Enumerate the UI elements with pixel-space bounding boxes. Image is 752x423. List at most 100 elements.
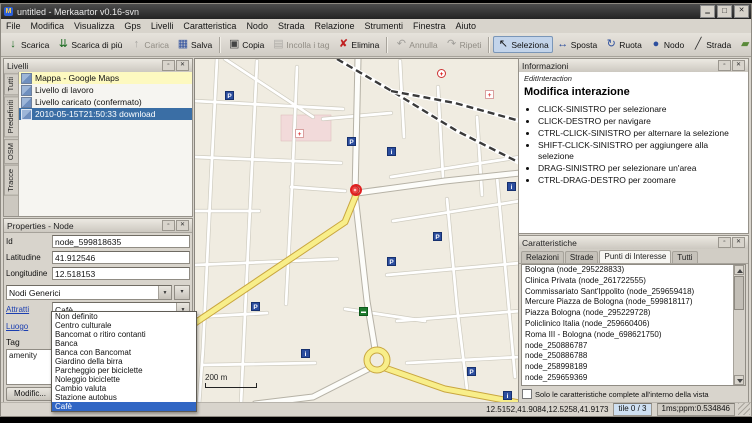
features-tab[interactable]: Relazioni [521,251,564,263]
property-row: Latitudine [6,251,190,264]
float-icon[interactable] [162,60,175,71]
menu-item[interactable]: Livelli [146,19,179,33]
close-icon[interactable] [732,237,745,248]
toolbar-button[interactable]: ↖Seleziona [493,36,552,53]
close-icon[interactable] [176,60,189,71]
latitude-field[interactable] [52,251,190,264]
feature-list-item[interactable]: Piazza Bologna (node_295229728) [522,308,745,319]
menu-item[interactable]: Strumenti [360,19,409,33]
toolbar-button[interactable]: ↔Sposta [553,36,601,53]
close-icon[interactable] [176,220,189,231]
layer-item[interactable]: Livello di lavoro [19,84,192,96]
dropdown-option[interactable]: Giardino della birra [52,357,196,366]
id-field[interactable] [52,235,190,248]
properties-dock-header: Properties - Node [4,219,192,233]
layers-tab[interactable]: Tracce [4,165,18,196]
menu-item[interactable]: Finestra [408,19,451,33]
menu-item[interactable]: Nodo [241,19,273,33]
toolbar-button[interactable]: ▦Salva [173,36,216,53]
maximize-button[interactable] [717,5,732,18]
map-canvas[interactable]: P+++PiiPP▬PiPi 200 m [194,58,519,403]
dropdown-option[interactable]: Cambio valuta [52,384,196,393]
layer-item[interactable]: Mappa - Google Maps [19,72,192,84]
feature-list-item[interactable]: Policlinico Italia (node_259660406) [522,319,745,330]
feature-list-item[interactable]: node_250886788 [522,351,745,362]
layer-item[interactable]: Livello caricato (confermato) [19,96,192,108]
close-button[interactable] [734,5,749,18]
dropdown-option[interactable]: Banca [52,339,196,348]
scroll-up-icon[interactable] [734,265,744,275]
dropdown-option[interactable]: Non definito [52,312,196,321]
rotate-icon: ↻ [605,39,617,50]
feature-list-item[interactable]: node_259659369 [522,373,745,384]
layer-icon [21,109,32,120]
feature-list-item[interactable]: node_258998189 [522,362,745,373]
dropdown-option[interactable]: Cafè [52,402,196,411]
place-label[interactable]: Luogo [6,322,50,331]
dropdown-option[interactable]: Parcheggio per biciclette [52,366,196,375]
toolbar-button[interactable]: ▣Copia [224,36,268,53]
complete-features-checkbox[interactable] [522,389,532,399]
layers-dock: Livelli TuttiPredefiniti OSMTracce Mappa … [3,58,193,217]
float-icon[interactable] [718,60,731,71]
features-tab[interactable]: Punti di Interesse [599,250,671,263]
property-label: Id [6,237,50,246]
toolbar-button[interactable]: ⇊Scarica di più [53,36,126,53]
features-tab[interactable]: Strade [565,251,599,263]
dropdown-option[interactable]: Noleggio biciclette [52,375,196,384]
amenity-label[interactable]: Attratti [6,305,50,314]
menu-item[interactable]: Relazione [309,19,359,33]
menu-item[interactable]: Strada [273,19,310,33]
dropdown-option[interactable]: Bancomat o ritiro contanti [52,330,196,339]
feature-list-item[interactable]: Clinica Privata (node_261722555) [522,276,745,287]
toolbar-group-tools: ↖Seleziona↔Sposta↻Ruota●Nodo╱Strada▰Area [493,36,752,53]
menu-item[interactable]: File [1,19,26,33]
toolbar-button[interactable]: ↷Ripeti [442,36,486,53]
feature-list-item[interactable]: node_250886787 [522,341,745,352]
scrollbar-thumb[interactable] [734,276,744,310]
layers-dock-header: Livelli [4,59,192,73]
tag-key-cell[interactable]: amenity [9,351,37,360]
features-dock-header: Caratteristiche [519,236,748,250]
toolbar-button[interactable]: ▰Area [735,36,752,53]
edit-tags-button[interactable]: Modific... [6,387,54,401]
layer-item[interactable]: 2010-05-15T21:50:33 download [19,108,192,120]
toolbar-button[interactable]: ╱Strada [688,36,735,53]
float-icon[interactable] [162,220,175,231]
layer-icon [21,73,32,84]
preset-menu-button[interactable] [174,285,190,300]
scroll-down-icon[interactable] [734,375,744,385]
float-icon[interactable] [718,237,731,248]
feature-list-item[interactable]: Roma III - Bologna (node_698621750) [522,330,745,341]
features-scrollbar[interactable] [733,265,745,385]
menu-item[interactable]: Gps [119,19,146,33]
features-tab[interactable]: Tutti [672,251,697,263]
feature-list-item[interactable]: Mercure Piazza de Bologna (node_59981811… [522,297,745,308]
menu-item[interactable]: Visualizza [69,19,119,33]
preset-combo[interactable]: Nodi Generici [6,285,172,300]
layers-tab[interactable]: Tutti [4,73,18,95]
dropdown-option[interactable]: Centro culturale [52,321,196,330]
layers-tab[interactable]: OSM [4,139,18,164]
feature-list-item[interactable]: Commissariato Sant'Ippolito (node_259659… [522,287,745,298]
toolbar-button[interactable]: ↓Scarica [3,36,53,53]
close-icon[interactable] [732,60,745,71]
toolbar-button[interactable]: ↶Annulla [391,36,441,53]
toolbar-button[interactable]: ↑Carica [126,36,173,53]
menu-item[interactable]: Caratteristica [178,19,241,33]
toolbar-button[interactable]: ↻Ruota [601,36,646,53]
layers-tab[interactable]: Predefiniti [4,96,18,137]
feature-list-item[interactable]: Bologna (node_295228833) [522,265,745,276]
dropdown-option[interactable]: Stazione autobus [52,393,196,402]
toolbar-button[interactable]: ✘Elimina [333,36,383,53]
toolbar-button[interactable]: ●Nodo [646,36,688,53]
layer-icon [21,97,32,108]
toolbar-button[interactable]: ▤Incolla i tag [268,36,333,53]
menu-item[interactable]: Aiuto [451,19,482,33]
longitude-field[interactable] [52,267,190,280]
dropdown-option[interactable]: Banca con Bancomat [52,348,196,357]
menu-item[interactable]: Modifica [26,19,70,33]
chevron-down-icon[interactable] [158,286,171,299]
minimize-button[interactable] [700,5,715,18]
resize-grip[interactable] [738,403,750,415]
